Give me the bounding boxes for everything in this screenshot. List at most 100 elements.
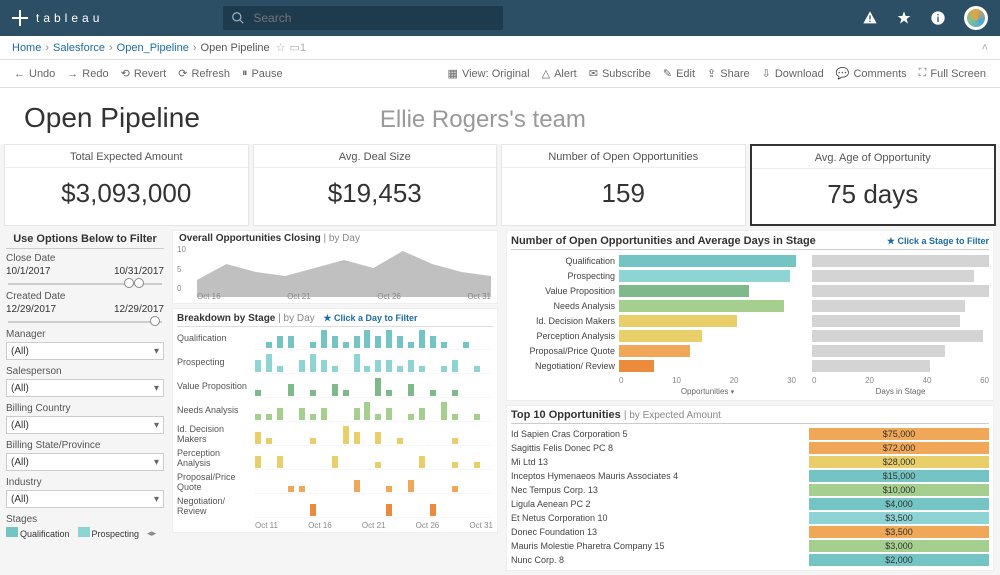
top10-row[interactable]: Id Sapien Cras Corporation 5 $75,000 <box>511 427 989 441</box>
breadcrumb-openpipeline-project[interactable]: Open_Pipeline <box>117 42 189 54</box>
breakdown-row[interactable]: Id. Decision Makers <box>177 423 493 447</box>
breakdown-chart[interactable]: Breakdown by Stage | by Day Click a Day … <box>172 308 498 533</box>
charts-column: Overall Opportunities Closing | by Day 1… <box>170 226 500 575</box>
pause-button[interactable]: ⏸Pause <box>236 67 289 80</box>
metric-card-1[interactable]: Avg. Deal Size $19,453 <box>253 144 498 226</box>
breakdown-row[interactable]: Needs Analysis <box>177 399 493 423</box>
opp-right-axis-label: Days in Stage <box>812 387 989 396</box>
metric-cards: Total Expected Amount $3,093,000 Avg. De… <box>0 144 1000 226</box>
favorite-icon[interactable] <box>896 10 912 26</box>
opp-bars-hint[interactable]: Click a Stage to Filter <box>887 236 989 247</box>
opp-stage-label: Perception Analysis <box>511 331 619 341</box>
opp-row[interactable]: Value Proposition <box>511 284 989 298</box>
redo-button[interactable]: →Redo <box>61 68 114 80</box>
top10-row[interactable]: Nec Tempus Corp. 13 $10,000 <box>511 483 989 497</box>
opp-bars-title: Number of Open Opportunities and Average… <box>511 235 816 247</box>
overall-closing-chart[interactable]: Overall Opportunities Closing | by Day 1… <box>172 230 498 304</box>
download-button[interactable]: ⇩Download <box>756 67 830 80</box>
alert-icon[interactable] <box>862 10 878 26</box>
created-date-slider[interactable] <box>8 321 162 323</box>
overall-y-axis: 1050 <box>177 245 186 293</box>
top10-name: Et Netus Corporation 10 <box>511 513 809 523</box>
metric-value: $3,093,000 <box>5 178 248 209</box>
opp-row[interactable]: Needs Analysis <box>511 299 989 313</box>
stage-label: Perception Analysis <box>177 449 255 469</box>
opp-row[interactable]: Proposal/Price Quote <box>511 344 989 358</box>
legend-item[interactable]: Qualification <box>6 527 70 539</box>
top10-row[interactable]: Nunc Corp. 8 $2,000 <box>511 553 989 567</box>
global-search[interactable] <box>223 6 503 30</box>
search-input[interactable] <box>253 11 495 25</box>
top10-value: $75,000 <box>809 428 989 440</box>
close-date-label: Close Date <box>6 253 164 264</box>
top10-row[interactable]: Donec Foundation 13 $3,500 <box>511 525 989 539</box>
breakdown-row[interactable]: Perception Analysis <box>177 447 493 471</box>
opp-row[interactable]: Qualification <box>511 254 989 268</box>
breakdown-row[interactable]: Proposal/Price Quote <box>177 471 493 495</box>
opp-row[interactable]: Negotiation/ Review <box>511 359 989 373</box>
breakdown-hint[interactable]: Click a Day to Filter <box>323 313 417 323</box>
comments-button[interactable]: 💬Comments <box>830 67 913 80</box>
subscribe-button[interactable]: ✉Subscribe <box>583 67 657 80</box>
opp-stage-label: Negotiation/ Review <box>511 361 619 371</box>
filter-select[interactable]: (All) <box>6 342 164 360</box>
filter-select[interactable]: (All) <box>6 379 164 397</box>
tableau-logo[interactable]: tableau <box>12 10 103 26</box>
filter-label: Manager <box>6 329 164 340</box>
views-count-icon[interactable]: ▭1 <box>290 41 307 54</box>
breadcrumb: Home› Salesforce› Open_Pipeline› Open Pi… <box>0 36 1000 60</box>
breakdown-row[interactable]: Prospecting <box>177 351 493 375</box>
metric-card-0[interactable]: Total Expected Amount $3,093,000 <box>4 144 249 226</box>
opp-row[interactable]: Perception Analysis <box>511 329 989 343</box>
opp-row[interactable]: Id. Decision Makers <box>511 314 989 328</box>
revert-button[interactable]: ⟲Revert <box>115 67 173 80</box>
stage-label: Qualification <box>177 334 255 344</box>
metric-value: $19,453 <box>254 178 497 209</box>
view-button[interactable]: ▦View: Original <box>442 67 536 80</box>
breadcrumb-home[interactable]: Home <box>12 42 41 54</box>
stage-label: Value Proposition <box>177 382 255 392</box>
share-button[interactable]: ⇪Share <box>701 67 756 80</box>
right-column: Number of Open Opportunities and Average… <box>500 226 1000 575</box>
top10-row[interactable]: Sagittis Felis Donec PC 8 $72,000 <box>511 441 989 455</box>
breadcrumb-salesforce[interactable]: Salesforce <box>53 42 105 54</box>
metric-card-2[interactable]: Number of Open Opportunities 159 <box>501 144 746 226</box>
breakdown-row[interactable]: Qualification <box>177 327 493 351</box>
created-date-filter[interactable]: Created Date 12/29/201712/29/2017 <box>6 291 164 323</box>
breakdown-row[interactable]: Value Proposition <box>177 375 493 399</box>
legend-scroll[interactable]: ◂▸ <box>147 528 156 539</box>
top10-name: Inceptos Hymenaeos Mauris Associates 4 <box>511 471 809 481</box>
close-date-filter[interactable]: Close Date 10/1/201710/31/2017 <box>6 253 164 285</box>
metric-card-3[interactable]: Avg. Age of Opportunity 75 days <box>750 144 997 226</box>
undo-button[interactable]: ←Undo <box>8 68 61 80</box>
top10-row[interactable]: Mi Ltd 13 $28,000 <box>511 455 989 469</box>
info-icon[interactable] <box>930 10 946 26</box>
top10-row[interactable]: Ligula Aenean PC 2 $4,000 <box>511 497 989 511</box>
close-date-slider[interactable] <box>8 283 162 285</box>
opportunities-bars-chart[interactable]: Number of Open Opportunities and Average… <box>506 230 994 401</box>
top10-title: Top 10 Opportunities <box>511 409 621 421</box>
stages-legend: Qualification Prospecting ◂▸ <box>6 527 164 539</box>
top10-row[interactable]: Inceptos Hymenaeos Mauris Associates 4 $… <box>511 469 989 483</box>
filter-manager: Manager (All) <box>6 329 164 360</box>
top10-row[interactable]: Et Netus Corporation 10 $3,500 <box>511 511 989 525</box>
filter-select[interactable]: (All) <box>6 416 164 434</box>
filter-select[interactable]: (All) <box>6 490 164 508</box>
breakdown-sub: | by Day <box>278 313 315 324</box>
legend-item[interactable]: Prospecting <box>78 527 140 539</box>
filter-select[interactable]: (All) <box>6 453 164 471</box>
user-avatar[interactable] <box>964 6 988 30</box>
top10-name: Donec Foundation 13 <box>511 527 809 537</box>
refresh-button[interactable]: ⟳Refresh <box>172 67 236 80</box>
top10-value: $28,000 <box>809 456 989 468</box>
close-date-from: 10/1/2017 <box>6 266 51 277</box>
top10-row[interactable]: Mauris Molestie Pharetra Company 15 $3,0… <box>511 539 989 553</box>
opp-row[interactable]: Prospecting <box>511 269 989 283</box>
favorite-outline-icon[interactable]: ☆ <box>276 41 286 54</box>
fullscreen-button[interactable]: ⛶Full Screen <box>913 67 992 80</box>
breakdown-row[interactable]: Negotiation/ Review <box>177 495 493 519</box>
edit-button[interactable]: ✎Edit <box>657 67 701 80</box>
alert-button[interactable]: △Alert <box>536 67 583 80</box>
collapse-icon[interactable]: ˄ <box>982 42 988 54</box>
metric-value: 159 <box>502 178 745 209</box>
